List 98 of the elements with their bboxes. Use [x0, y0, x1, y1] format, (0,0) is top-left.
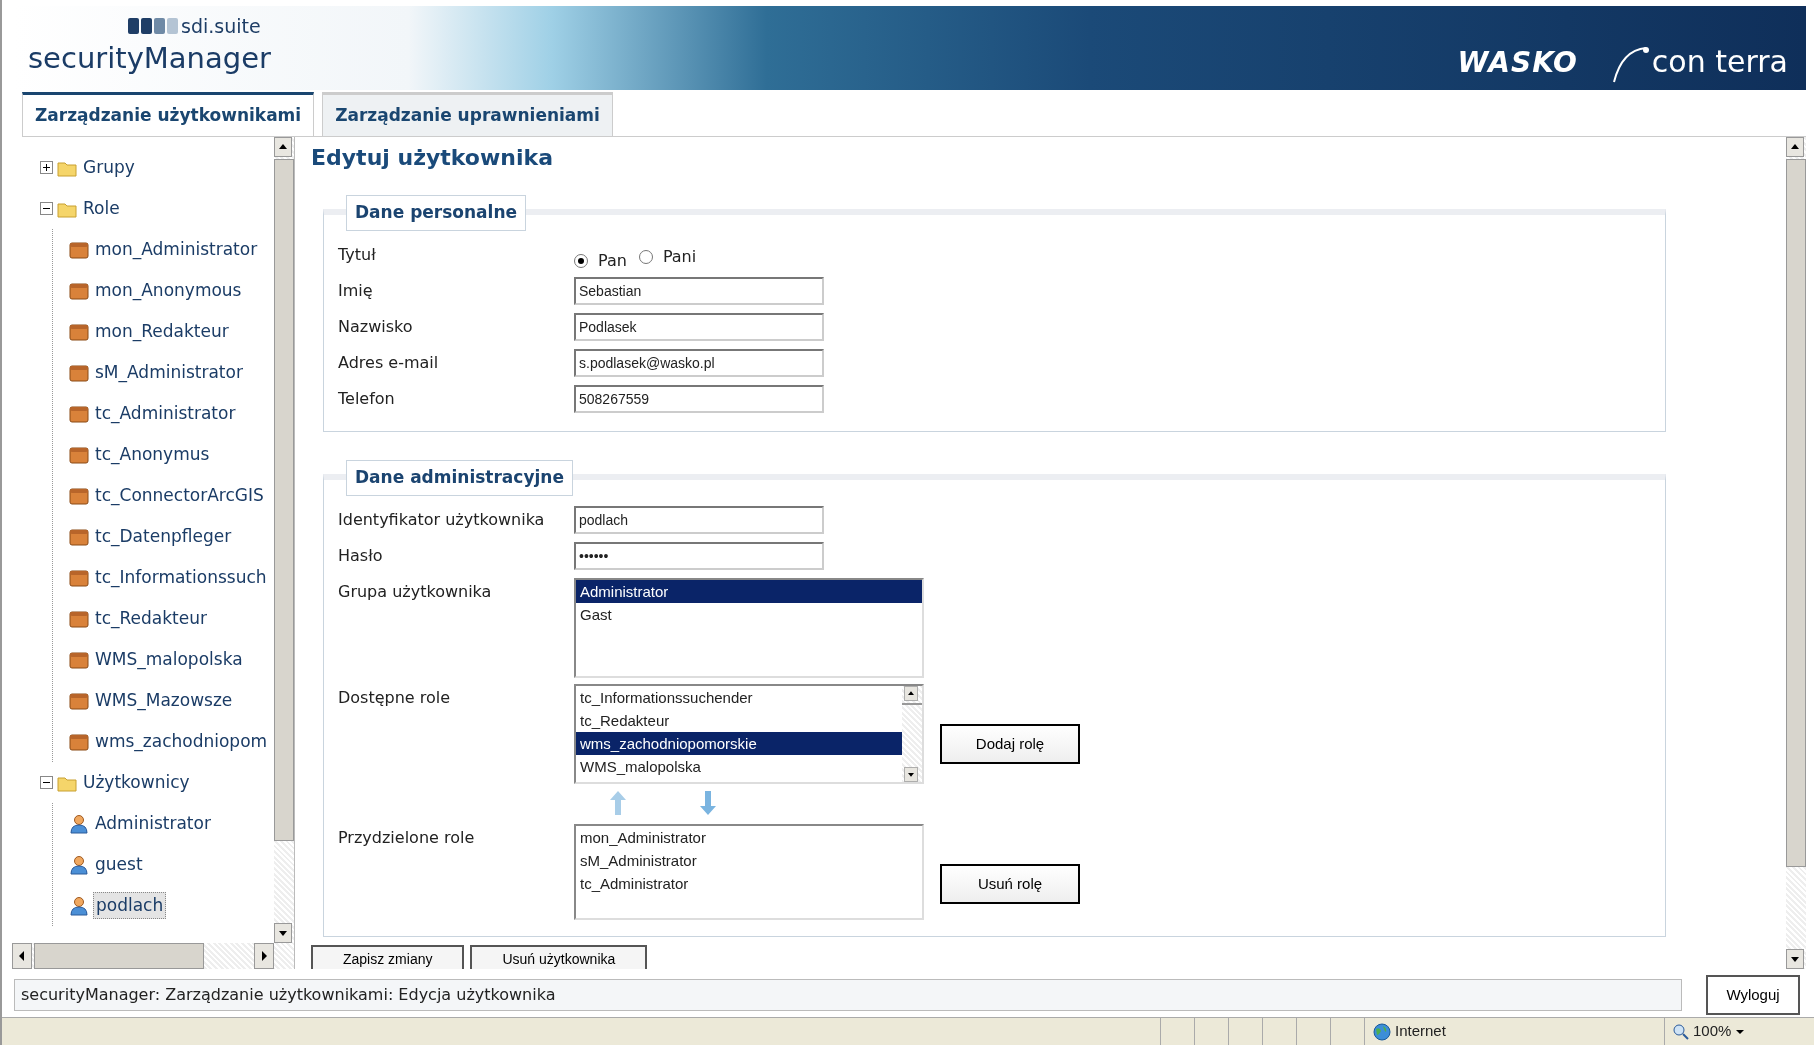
vertical-scrollbar[interactable] — [274, 137, 294, 943]
box-icon — [69, 444, 89, 465]
squares-logo-icon — [128, 18, 178, 35]
vertical-scrollbar[interactable] — [1786, 137, 1806, 969]
field-label: Tytuł — [338, 244, 377, 267]
user-icon — [69, 854, 89, 875]
action-button[interactable]: Dodaj rolę — [940, 724, 1080, 765]
section-title: Dane administracyjne — [346, 460, 573, 496]
box-icon — [69, 526, 89, 547]
page-title: Edytuj użytkownika — [311, 145, 554, 172]
text-field[interactable]: 508267559 — [574, 385, 824, 414]
field-label: Imię — [338, 280, 374, 303]
list-option[interactable]: sM_Administrator — [576, 849, 922, 873]
tree-item[interactable]: tc_Datenpfleger — [93, 523, 234, 550]
field-label: Adres e-mail — [338, 352, 440, 375]
box-icon — [69, 649, 89, 670]
tab[interactable]: Zarządzanie użytkownikami — [22, 91, 315, 136]
zoom-level[interactable]: 100% — [1693, 1020, 1732, 1043]
breadcrumb-text: securityManager: Zarządzanie użytkownikami: Edycja użytkownika — [14, 979, 1682, 1011]
box-icon — [69, 239, 89, 260]
field-label: Grupa użytkownika — [338, 581, 493, 604]
globe-icon — [1373, 1022, 1391, 1041]
text-field[interactable]: Sebastian — [574, 277, 824, 306]
box-icon — [69, 690, 89, 711]
up-arrow-icon — [608, 790, 628, 817]
box-icon — [69, 280, 89, 301]
tree-item[interactable]: mon_Anonymous — [93, 277, 244, 304]
tree-item[interactable]: WMS_malopolska — [93, 646, 245, 673]
list-option[interactable]: mon_Administrator — [576, 826, 922, 850]
form-button[interactable]: Zapisz zmiany — [311, 945, 465, 969]
down-arrow-icon — [698, 790, 718, 817]
tree-item[interactable]: tc_Redakteur — [93, 605, 209, 632]
list-option[interactable]: WMS_malopolska — [576, 755, 902, 779]
list-box[interactable]: mon_Administrator sM_Administrator tc_Administrator — [574, 824, 924, 921]
tree-item[interactable]: mon_Redakteur — [93, 318, 231, 345]
field-label: Nazwisko — [338, 316, 414, 339]
tree-item[interactable]: mon_Administrator — [93, 236, 260, 263]
tree-item[interactable]: guest — [93, 851, 145, 878]
radio-button[interactable] — [638, 250, 653, 265]
tree-item[interactable]: Grupy — [81, 154, 137, 181]
radio-label: Pani — [662, 246, 697, 269]
radio-label: Pan — [598, 250, 627, 273]
tree-item[interactable]: tc_Informationssuch — [93, 564, 269, 591]
list-option[interactable]: wms_zachodniopomorskie — [576, 732, 902, 756]
box-icon — [69, 567, 89, 588]
suite-name: sdi.suite — [181, 14, 261, 39]
list-option[interactable]: Administrator — [576, 580, 922, 604]
user-icon — [69, 895, 89, 916]
logout-button[interactable]: Wyloguj — [1706, 975, 1800, 1015]
action-button[interactable]: Usuń rolę — [940, 864, 1080, 905]
vertical-scrollbar[interactable] — [902, 686, 922, 783]
list-option[interactable]: Gast — [576, 603, 922, 627]
tree-item[interactable]: tc_ConnectorArcGIS — [93, 482, 266, 509]
field-label: Telefon — [338, 388, 396, 411]
tab[interactable]: Zarządzanie uprawnieniami — [322, 91, 613, 136]
box-icon — [69, 485, 89, 506]
zoom-icon — [1673, 1023, 1689, 1040]
list-option[interactable]: tc_Administrator — [576, 872, 922, 896]
list-option[interactable]: tc_Redakteur — [576, 709, 902, 733]
zone-label: Internet — [1395, 1021, 1446, 1042]
form-button[interactable]: Usuń użytkownika — [470, 945, 648, 969]
expand-icon[interactable] — [40, 161, 53, 174]
text-field[interactable]: podlach — [574, 506, 824, 535]
partner-logo-text: con terra — [1651, 43, 1788, 81]
tree-item[interactable]: tc_Anonymus — [93, 441, 212, 468]
list-box[interactable]: Administrator Gast — [574, 578, 924, 679]
tree-item[interactable]: Role — [81, 195, 122, 222]
tree-item[interactable]: Użytkownicy — [81, 769, 192, 796]
box-icon — [69, 321, 89, 342]
text-field[interactable]: Podlasek — [574, 313, 824, 342]
box-icon — [69, 403, 89, 424]
text-field[interactable]: s.podlasek@wasko.pl — [574, 349, 824, 378]
field-label: Dostępne role — [338, 687, 452, 710]
horizontal-scrollbar[interactable] — [12, 943, 294, 969]
tree-item[interactable]: Administrator — [93, 810, 213, 837]
collapse-icon[interactable] — [40, 776, 53, 789]
caret-icon — [1735, 1027, 1746, 1036]
user-icon — [69, 813, 89, 834]
box-icon — [69, 731, 89, 752]
product-name: securityManager — [28, 42, 272, 75]
box-icon — [69, 608, 89, 629]
section-title: Dane personalne — [346, 195, 527, 231]
field-label: Identyfikator użytkownika — [338, 509, 546, 532]
radio-button[interactable] — [574, 254, 588, 269]
tree-item[interactable]: wms_zachodniopom — [93, 728, 270, 755]
tree-item[interactable]: tc_Administrator — [93, 400, 238, 427]
list-box[interactable]: tc_Informationssuchender tc_Redakteur wms_zachodniopomorskie WMS_malopolska — [574, 684, 924, 785]
arc-logo-icon — [1611, 44, 1652, 84]
box-icon — [69, 362, 89, 383]
list-option[interactable]: tc_Informationssuchender — [576, 686, 902, 710]
tree-item[interactable]: podlach — [93, 891, 167, 920]
tree-item[interactable]: WMS_Mazowsze — [93, 687, 235, 714]
company-logo-text: WASKO — [1457, 45, 1578, 81]
text-field[interactable]: •••••• — [574, 542, 824, 571]
field-label: Hasło — [338, 545, 384, 568]
field-label: Przydzielone role — [338, 827, 476, 850]
tree-item[interactable]: sM_Administrator — [93, 359, 245, 386]
collapse-icon[interactable] — [40, 202, 53, 215]
